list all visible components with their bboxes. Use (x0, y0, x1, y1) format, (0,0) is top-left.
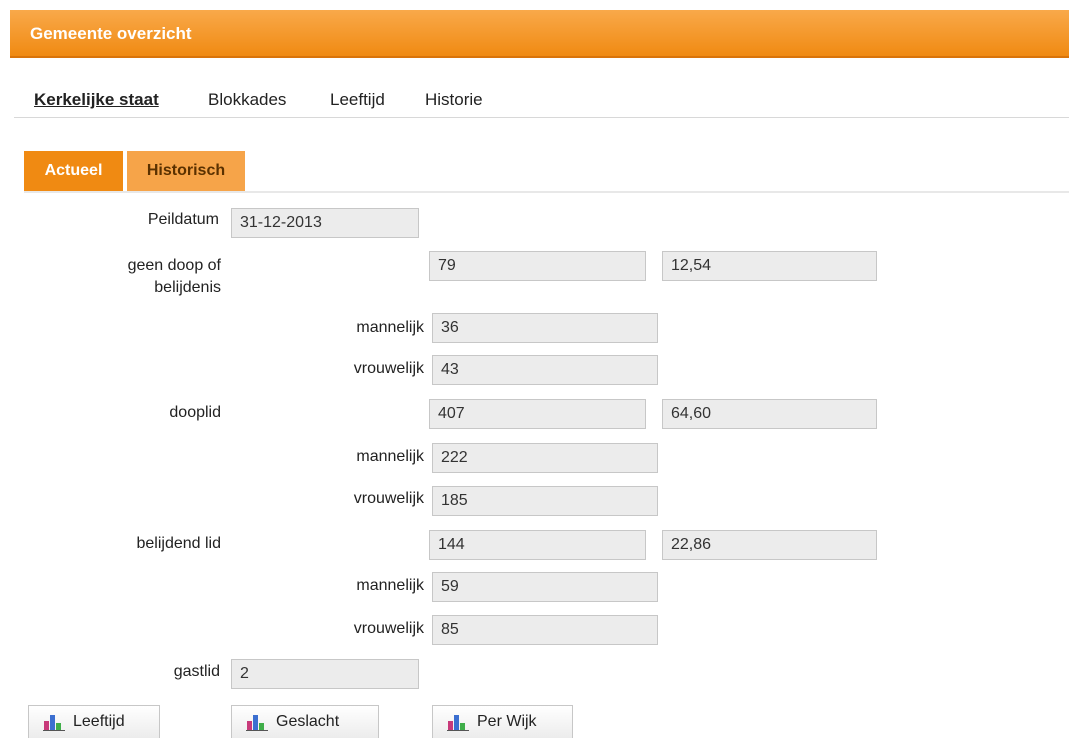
nav-item-kerkelijke-staat[interactable]: Kerkelijke staat (34, 90, 159, 110)
belijdend-lid-vrouwelijk-field[interactable] (432, 615, 658, 645)
peildatum-label: Peildatum (147, 211, 219, 228)
bar-chart-icon (447, 713, 469, 731)
belijdend-lid-percentage-field[interactable] (662, 530, 877, 560)
geslacht-chart-button[interactable]: Geslacht (231, 705, 379, 738)
dooplid-vrouwelijk-label: vrouwelijk (353, 490, 424, 507)
dooplid-vrouwelijk-field[interactable] (432, 486, 658, 516)
page-title: Gemeente overzicht (30, 24, 192, 43)
leeftijd-chart-button[interactable]: Leeftijd (28, 705, 160, 738)
belijdend-lid-vrouwelijk-label: vrouwelijk (353, 620, 424, 637)
nav-item-leeftijd[interactable]: Leeftijd (330, 90, 385, 110)
dooplid-total-field[interactable] (429, 399, 646, 429)
nav-item-blokkades[interactable]: Blokkades (208, 90, 286, 110)
gastlid-field[interactable] (231, 659, 419, 689)
peildatum-field[interactable] (231, 208, 419, 238)
geen-doop-mannelijk-label: mannelijk (356, 319, 424, 336)
group-label-dooplid: dooplid (169, 404, 221, 421)
page-header: Gemeente overzicht (10, 10, 1069, 58)
group-label-geen-doop: geen doop of belijdenis (127, 257, 221, 296)
belijdend-lid-mannelijk-field[interactable] (432, 572, 658, 602)
dooplid-percentage-field[interactable] (662, 399, 877, 429)
geen-doop-mannelijk-field[interactable] (432, 313, 658, 343)
geen-doop-vrouwelijk-field[interactable] (432, 355, 658, 385)
dooplid-mannelijk-field[interactable] (432, 443, 658, 473)
tab-actueel[interactable]: Actueel (24, 151, 123, 191)
per-wijk-chart-button[interactable]: Per Wijk (432, 705, 573, 738)
geslacht-button-label: Geslacht (276, 713, 340, 730)
per-wijk-button-label: Per Wijk (477, 713, 537, 730)
gastlid-label: gastlid (173, 663, 220, 680)
leeftijd-button-label: Leeftijd (73, 713, 125, 730)
belijdend-lid-total-field[interactable] (429, 530, 646, 560)
tab-divider (24, 191, 1069, 193)
tab-historisch[interactable]: Historisch (127, 151, 245, 191)
nav-divider (14, 117, 1069, 118)
bar-chart-icon (43, 713, 65, 731)
geen-doop-total-field[interactable] (429, 251, 646, 281)
dooplid-mannelijk-label: mannelijk (356, 448, 424, 465)
nav-item-historie[interactable]: Historie (425, 90, 483, 110)
group-label-belijdend-lid: belijdend lid (136, 535, 221, 552)
belijdend-lid-mannelijk-label: mannelijk (356, 577, 424, 594)
geen-doop-percentage-field[interactable] (662, 251, 877, 281)
geen-doop-vrouwelijk-label: vrouwelijk (353, 360, 424, 377)
bar-chart-icon (246, 713, 268, 731)
